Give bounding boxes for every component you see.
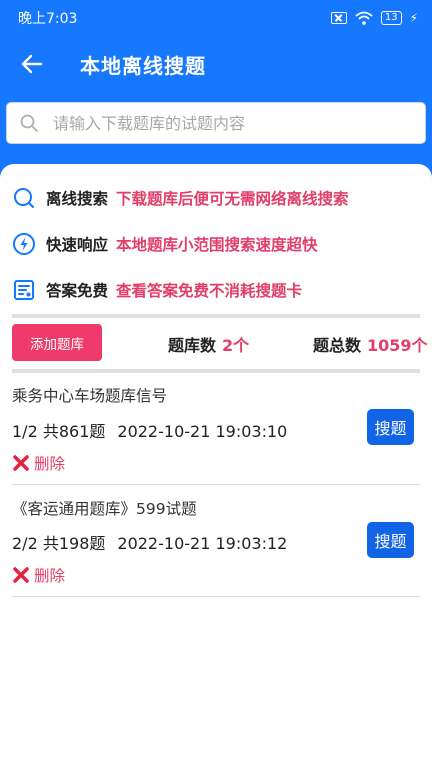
search-bar[interactable]	[6, 102, 426, 144]
bank-progress: 1/2 共861题	[12, 422, 106, 441]
search-input[interactable]	[53, 113, 413, 133]
bank-title: 《客运通用题库》599试题	[12, 500, 197, 518]
divider	[12, 596, 420, 597]
question-total: 题总数 1059个	[313, 332, 428, 356]
sim-off-icon	[330, 12, 347, 24]
feature-desc: 本地题库小范围搜索速度超快	[116, 236, 318, 254]
bank-count: 题库数 2个	[168, 332, 249, 356]
close-icon	[13, 455, 29, 471]
lightning-icon	[12, 232, 36, 256]
wifi-icon	[355, 11, 373, 25]
bank-progress: 2/2 共198题	[12, 534, 106, 553]
divider	[12, 484, 420, 485]
feature-name: 答案免费	[46, 282, 109, 300]
back-button[interactable]	[4, 36, 60, 92]
feature-name: 离线搜索	[46, 190, 109, 208]
close-icon	[13, 567, 29, 583]
feature-offline-search: 离线搜索 下载题库后便可无需网络离线搜索	[12, 186, 349, 210]
bank-info: 1/2 共861题 2022-10-21 19:03:10	[12, 418, 287, 442]
arrow-left-icon	[21, 54, 43, 74]
content-card: 离线搜索 下载题库后便可无需网络离线搜索 快速响应 本地题库小范围搜索速度超快 …	[0, 164, 432, 768]
bank-title: 乘务中心车场题库信号	[12, 387, 168, 405]
feature-desc: 查看答案免费不消耗搜题卡	[116, 282, 303, 300]
question-total-value: 1059个	[367, 336, 428, 355]
divider	[12, 369, 420, 373]
app-bar: 本地离线搜题	[0, 36, 432, 92]
feature-fast-response: 快速响应 本地题库小范围搜索速度超快	[12, 232, 318, 256]
search-bank-button[interactable]: 搜题	[367, 409, 414, 445]
question-total-label: 题总数	[313, 336, 362, 355]
search-bank-button[interactable]: 搜题	[367, 522, 414, 558]
delete-bank-button[interactable]: 删除	[12, 564, 65, 586]
delete-bank-button[interactable]: 删除	[12, 452, 65, 474]
search-icon	[12, 186, 36, 210]
delete-label: 删除	[34, 455, 66, 473]
feature-free-answers: 答案免费 查看答案免费不消耗搜题卡	[12, 278, 302, 302]
battery-level: 13	[384, 12, 398, 23]
page-title: 本地离线搜题	[80, 53, 206, 78]
bank-count-label: 题库数	[168, 336, 217, 355]
feature-name: 快速响应	[46, 236, 109, 254]
divider	[12, 314, 420, 318]
charging-icon: ⚡	[409, 11, 418, 25]
status-bar: 晚上7:03 13 ⚡	[0, 0, 432, 36]
bank-count-value: 2个	[222, 336, 250, 355]
status-icons: 13 ⚡	[330, 11, 418, 25]
bank-date: 2022-10-21 19:03:12	[117, 534, 288, 553]
bank-date: 2022-10-21 19:03:10	[117, 422, 288, 441]
feature-desc: 下载题库后便可无需网络离线搜索	[116, 190, 349, 208]
document-icon	[12, 278, 36, 302]
battery-icon: 13	[380, 11, 402, 25]
bank-info: 2/2 共198题 2022-10-21 19:03:12	[12, 530, 287, 554]
delete-label: 删除	[34, 567, 66, 585]
add-bank-button[interactable]: 添加题库	[12, 324, 102, 361]
status-time: 晚上7:03	[18, 11, 78, 27]
search-icon	[20, 114, 38, 132]
